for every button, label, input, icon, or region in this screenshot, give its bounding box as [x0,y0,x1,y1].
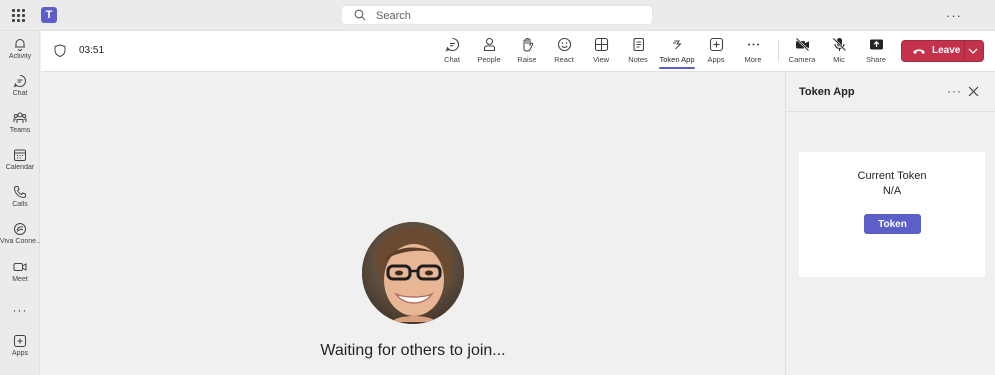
toolbar-people-button[interactable]: People [469,37,509,64]
token-card: Current Token N/A Token [799,152,985,277]
token-value: N/A [882,185,902,197]
toolbar-raise-button[interactable]: Raise [507,37,547,64]
toolbar-view-button[interactable]: View [581,37,621,64]
toolbar-chat-button[interactable]: Chat [432,37,472,64]
chevron-down-icon[interactable] [968,47,978,55]
toolbar-camera-button[interactable]: Camera [782,37,822,64]
phone-icon [13,186,26,199]
add-app-icon [14,335,26,347]
raise-hand-icon [523,38,533,52]
emoji-icon [557,37,571,52]
teams-icon [13,112,27,123]
toolbar-apps-button[interactable]: Apps [696,37,736,64]
title-bar: T Search ··· [0,0,995,31]
add-app-icon [709,37,723,52]
leave-button-group: Leave [901,40,984,62]
notes-icon [632,37,644,52]
rail-item-calendar[interactable]: Calendar [0,148,40,171]
search-icon [354,9,366,21]
toolbar-react-button[interactable]: React [544,37,584,64]
participant-avatar [362,222,464,324]
grid-view-icon [594,37,608,52]
token-button[interactable]: Token [864,214,921,234]
rail-item-calls[interactable]: Calls [0,185,40,208]
rail-item-apps[interactable]: Apps [0,334,40,357]
waiting-message: Waiting for others to join... [320,342,506,359]
meeting-timer: 03:51 [79,45,105,56]
search-placeholder: Search [376,10,411,22]
panel-header: Token App ··· [786,72,995,112]
toolbar-more-button[interactable]: More [733,37,773,64]
hang-up-icon [913,49,925,54]
chat-icon [445,37,459,52]
toolbar-divider [778,40,779,62]
panel-more-button[interactable]: ··· [947,84,962,98]
toolbar-token-app-button[interactable]: Token App [657,37,697,69]
chat-icon [13,75,26,88]
toolbar-notes-button[interactable]: Notes [618,37,658,64]
calendar-icon [14,149,26,161]
close-icon[interactable] [968,86,979,97]
meeting-stage: Waiting for others to join... [41,72,785,375]
toolbar-share-button[interactable]: Share [856,37,896,64]
leave-divider [964,41,965,61]
panel-title: Token App [799,86,855,98]
leave-button[interactable]: Leave [902,41,964,61]
app-launcher-icon[interactable] [12,9,25,22]
participant-photo [362,222,464,324]
rail-item-chat[interactable]: Chat [0,74,40,97]
app-rail: Activity Chat Teams Calendar Calls Viva … [0,31,40,375]
share-icon [869,39,883,50]
video-icon [13,263,27,271]
token-heading: Current Token [857,170,927,182]
rail-more-button[interactable]: ··· [0,303,40,317]
rail-item-meet[interactable]: Meet [0,260,40,283]
mic-off-icon [832,37,846,52]
people-icon [483,37,495,52]
shield-icon[interactable] [54,44,66,57]
search-input[interactable]: Search [341,5,653,25]
settings-more-button[interactable]: ··· [946,8,962,23]
token-app-panel: Token App ··· Current Token N/A Token [785,72,995,375]
meeting-toolbar: 03:51 Chat People Raise React View Notes… [41,31,995,72]
more-icon [747,43,759,46]
teams-logo-icon: T [41,7,57,23]
viva-connections-icon [14,223,26,235]
rail-item-viva-connections[interactable]: Viva Conne... [0,222,40,245]
toolbar-mic-button[interactable]: Mic [819,37,859,64]
camera-off-icon [795,37,809,52]
rail-item-activity[interactable]: Activity [0,37,40,60]
token-app-icon [672,40,682,50]
rail-item-teams[interactable]: Teams [0,111,40,134]
bell-icon [15,39,25,51]
